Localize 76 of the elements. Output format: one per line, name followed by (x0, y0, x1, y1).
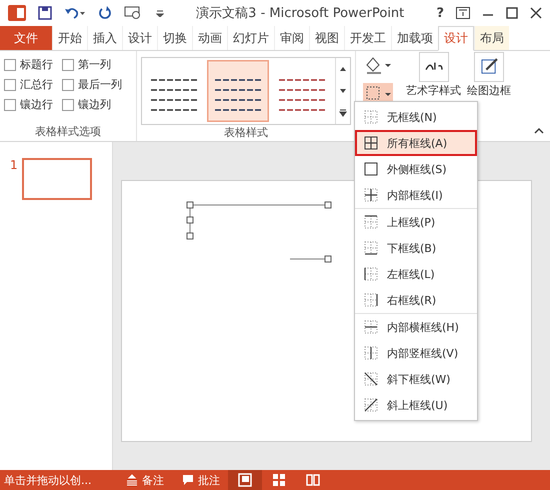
button-label: 艺术字样式 (406, 83, 461, 98)
redo-icon[interactable] (98, 6, 112, 20)
menu-item[interactable]: 右框线(R) (355, 287, 477, 313)
checkbox[interactable] (62, 58, 74, 70)
more-icon[interactable] (337, 107, 349, 119)
maximize-icon[interactable] (506, 7, 518, 19)
checkbox[interactable] (4, 78, 16, 90)
checkbox-label: 镶边行 (20, 97, 53, 112)
ribbon-tab[interactable]: 设计 (122, 26, 157, 50)
border-icon (363, 292, 379, 308)
normal-view-icon[interactable] (228, 470, 262, 490)
ribbon-tab[interactable]: 设计 (438, 26, 474, 51)
checkbox[interactable] (62, 98, 74, 110)
customize-icon[interactable] (156, 9, 164, 17)
ribbon-tab[interactable]: 文件 (0, 26, 52, 50)
menu-item[interactable]: 下框线(B) (355, 235, 477, 261)
menu-item[interactable]: 内部框线(I) (355, 182, 477, 208)
border-icon (363, 135, 379, 151)
ribbon-tab[interactable]: 开发工 (344, 26, 391, 50)
slide-number: 1 (10, 158, 18, 174)
border-icon (363, 266, 379, 282)
ribbon-tab[interactable]: 动画 (192, 26, 227, 50)
status-hint: 单击并拖动以创... (3, 472, 92, 488)
save-icon[interactable] (38, 6, 52, 20)
menu-item[interactable]: 无框线(N) (355, 104, 477, 130)
window-title: 演示文稿3 - Microsoft PowerPoint (196, 5, 404, 22)
border-icon (363, 214, 379, 230)
menu-item[interactable]: 斜下框线(W) (355, 366, 477, 392)
group-label: 表格样式选项 (34, 124, 102, 139)
border-icon (363, 319, 379, 335)
ribbon-tab[interactable]: 视图 (309, 26, 344, 50)
comment-icon[interactable] (182, 474, 194, 486)
checkbox[interactable] (4, 98, 16, 110)
undo-icon[interactable] (64, 6, 86, 20)
checkbox[interactable] (62, 78, 74, 90)
checkbox[interactable] (4, 58, 16, 70)
ribbon-tab[interactable]: 布局 (474, 26, 509, 50)
menu-item[interactable]: 外侧框线(S) (355, 156, 477, 182)
ribbon-tab[interactable]: 审阅 (274, 26, 309, 50)
border-icon (363, 240, 379, 256)
ribbon-tab[interactable]: 幻灯片 (227, 26, 274, 50)
ribbon-tab[interactable]: 开始 (52, 26, 87, 50)
menu-item[interactable]: 上框线(P) (355, 209, 477, 235)
app-logo-icon (8, 5, 26, 21)
border-icon (363, 371, 379, 387)
ribbon-tab[interactable]: 切换 (157, 26, 192, 50)
menu-item[interactable]: 斜上框线(U) (355, 392, 477, 418)
table-style-thumbnail[interactable] (207, 60, 269, 122)
group-label: 表格样式 (223, 125, 269, 140)
slide-thumbnail[interactable] (22, 158, 92, 200)
ribbon-tab[interactable]: 插入 (87, 26, 122, 50)
shading-icon[interactable] (364, 55, 392, 75)
notes-button[interactable]: 备注 (138, 472, 172, 488)
border-icon (363, 397, 379, 413)
draw-border-icon[interactable] (474, 52, 504, 82)
checkbox-label: 标题行 (20, 57, 53, 72)
help-button[interactable]: ? (436, 6, 444, 20)
collapse-icon[interactable] (534, 127, 544, 135)
menu-item[interactable]: 内部横框线(H) (355, 314, 477, 340)
checkbox-label: 汇总行 (20, 77, 53, 92)
notes-icon[interactable] (126, 474, 138, 486)
checkbox-label: 第一列 (78, 57, 111, 72)
border-icon (363, 345, 379, 361)
text-style-icon[interactable] (418, 52, 448, 82)
menu-item[interactable]: 内部竖框线(V) (355, 340, 477, 366)
checkbox-label: 镶边列 (78, 97, 111, 112)
border-icon (363, 161, 379, 177)
menu-item[interactable]: 左框线(L) (355, 261, 477, 287)
ribbon-display-icon[interactable] (456, 7, 470, 19)
border-icon (363, 109, 379, 125)
menu-item[interactable]: 所有框线(A) (355, 130, 477, 156)
comments-button[interactable]: 批注 (194, 472, 228, 488)
close-icon[interactable] (530, 7, 542, 19)
border-icon (363, 187, 379, 203)
button-label: 绘图边框 (467, 83, 511, 98)
checkbox-label: 最后一列 (78, 77, 122, 92)
